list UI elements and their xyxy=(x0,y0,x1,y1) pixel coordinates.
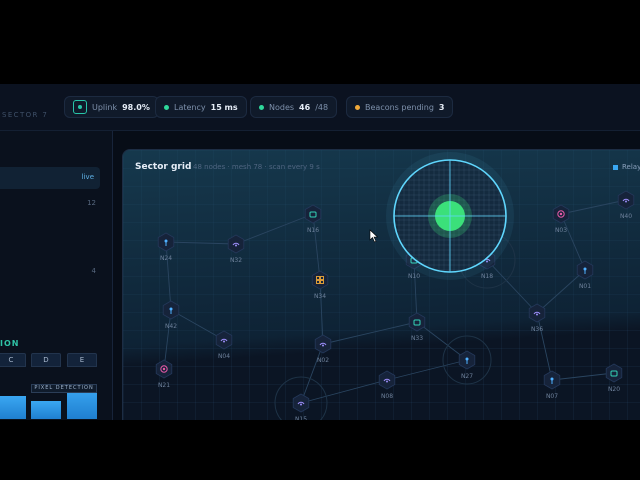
node-n27[interactable]: N27 xyxy=(458,350,476,380)
mesh-link xyxy=(536,312,553,381)
node-hex xyxy=(314,334,332,354)
node-hex xyxy=(617,190,635,210)
node-n03[interactable]: N03 xyxy=(552,204,570,234)
node-label: N27 xyxy=(461,373,473,380)
mesh-link xyxy=(551,372,615,381)
wifi-icon-dot xyxy=(300,403,302,406)
node-label: N21 xyxy=(158,382,170,389)
mouse-cursor-icon xyxy=(369,229,379,243)
wifi-icon-dot xyxy=(223,340,225,343)
node-label: N40 xyxy=(620,213,632,220)
mesh-link xyxy=(560,213,586,271)
app-window: SECTOR 7 Uplink 98.0% Latency 15 ms Node… xyxy=(0,84,640,420)
node-label: N32 xyxy=(230,257,242,264)
node-network: N24 N32 N16 N34 N10 N18 N03 N40 N01 N42 N04 N21 N02 N… xyxy=(155,152,635,420)
mesh-link xyxy=(235,213,314,245)
node-n07[interactable]: N07 xyxy=(543,370,561,400)
mesh-link xyxy=(536,269,586,314)
node-n32[interactable]: N32 xyxy=(227,234,245,264)
mesh-link xyxy=(416,321,468,361)
node-hex xyxy=(605,363,623,383)
wifi-icon-dot xyxy=(536,313,538,316)
node-hex xyxy=(311,270,329,290)
node-n42[interactable]: N42 xyxy=(162,300,180,330)
mesh-link xyxy=(300,343,324,404)
node-n02[interactable]: N02 xyxy=(314,334,332,364)
node-label: N07 xyxy=(546,393,558,400)
node-label: N15 xyxy=(295,416,307,420)
node-n01[interactable]: N01 xyxy=(576,260,594,290)
wifi-icon-dot xyxy=(386,380,388,383)
node-n15[interactable]: N15 xyxy=(292,393,310,420)
beacon-icon-core xyxy=(559,212,563,216)
node-n40[interactable]: N40 xyxy=(617,190,635,220)
node-n04[interactable]: N04 xyxy=(215,330,233,360)
node-hex xyxy=(215,330,233,350)
mesh-link xyxy=(322,321,418,345)
mesh-link xyxy=(386,359,468,381)
node-n20[interactable]: N20 xyxy=(605,363,623,393)
node-label: N34 xyxy=(314,293,326,300)
mesh-link xyxy=(165,241,237,245)
node-label: N04 xyxy=(218,353,230,360)
mesh-link xyxy=(560,199,627,215)
node-hex xyxy=(528,303,546,323)
wifi-icon-dot xyxy=(625,200,627,203)
node-label: N03 xyxy=(555,227,567,234)
node-hex xyxy=(378,370,396,390)
node-label: N20 xyxy=(608,386,620,393)
node-label: N36 xyxy=(531,326,543,333)
mesh-link xyxy=(300,379,388,404)
node-label: N33 xyxy=(411,335,423,342)
node-label: N16 xyxy=(307,227,319,234)
mesh-link xyxy=(319,279,324,345)
node-label: N18 xyxy=(481,273,493,280)
node-hex xyxy=(304,204,322,224)
node-label: N08 xyxy=(381,393,393,400)
node-label: N01 xyxy=(579,283,591,290)
node-n16[interactable]: N16 xyxy=(304,204,322,234)
node-label: N24 xyxy=(160,255,172,262)
beacon-icon-core xyxy=(162,367,166,371)
node-n21[interactable]: N21 xyxy=(155,359,173,389)
node-n34[interactable]: N34 xyxy=(311,270,329,300)
node-label: N10 xyxy=(408,273,420,280)
wifi-icon-dot xyxy=(235,244,237,247)
node-n08[interactable]: N08 xyxy=(378,370,396,400)
mesh-link xyxy=(165,241,172,311)
node-label: N42 xyxy=(165,323,177,330)
node-n24[interactable]: N24 xyxy=(157,232,175,262)
node-hex xyxy=(292,393,310,413)
node-n33[interactable]: N33 xyxy=(408,312,426,342)
node-label: N02 xyxy=(317,357,329,364)
wifi-icon-dot xyxy=(322,344,324,347)
mesh-link xyxy=(312,213,321,281)
node-hex xyxy=(227,234,245,254)
node-n36[interactable]: N36 xyxy=(528,303,546,333)
node-hex xyxy=(408,312,426,332)
